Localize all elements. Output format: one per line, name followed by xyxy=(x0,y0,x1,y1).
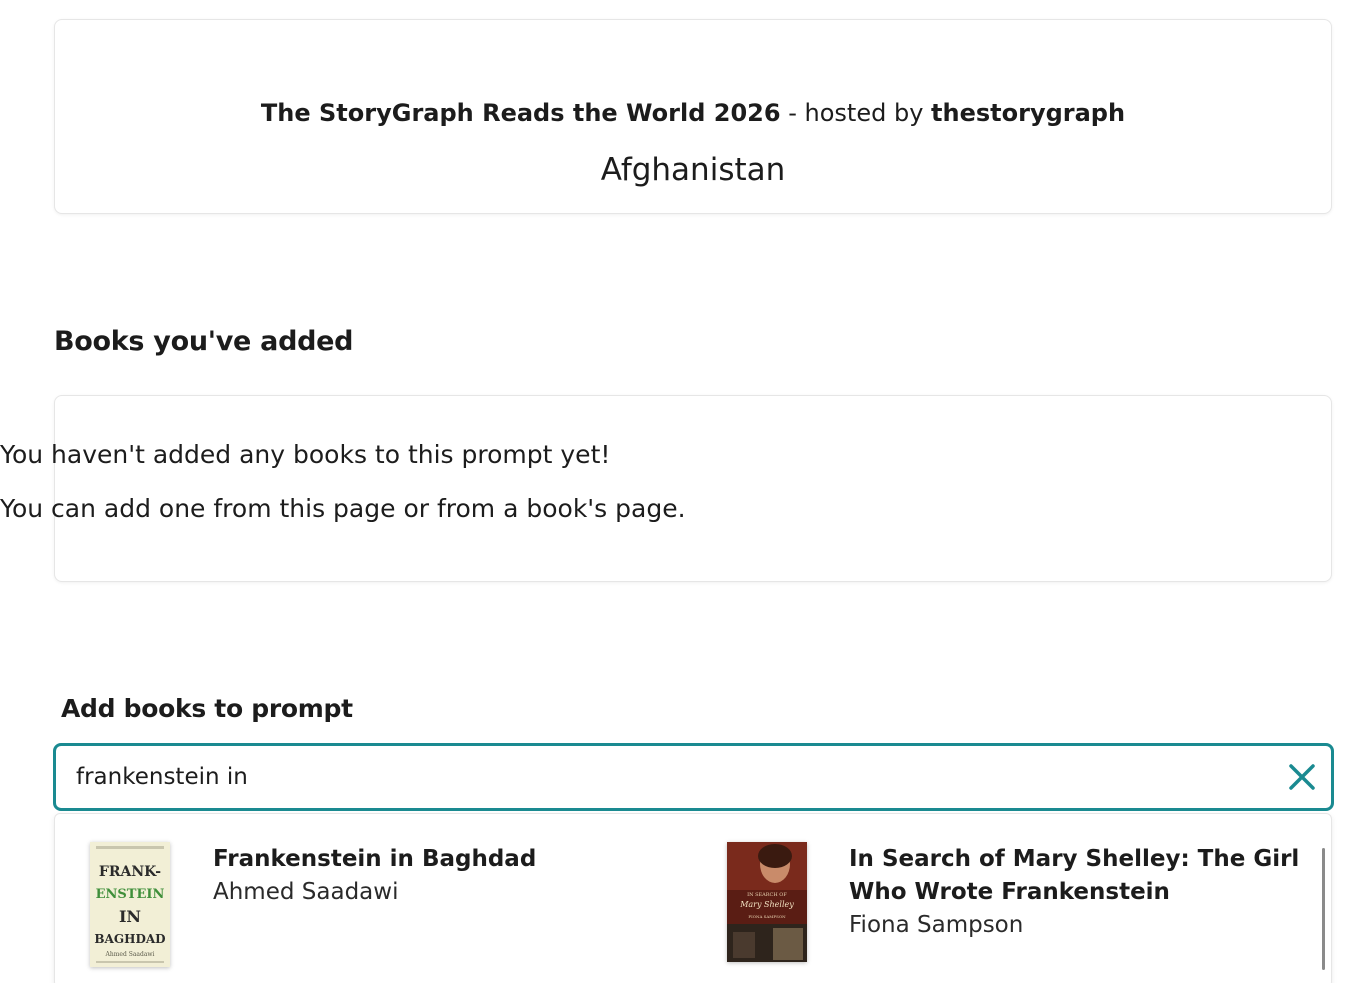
prompt-title: Afghanistan xyxy=(600,152,786,188)
empty-state-line-1: You haven't added any books to this prom… xyxy=(0,440,611,469)
book-cover: FRANK- ENSTEIN IN BAGHDAD Ahmed Saadawi xyxy=(90,842,170,967)
cover-title-line-3: IN xyxy=(119,907,141,926)
clear-search-button[interactable] xyxy=(1287,762,1317,792)
cover-author: Ahmed Saadawi xyxy=(105,951,155,958)
books-added-heading: Books you've added xyxy=(54,326,354,357)
book-title: In Search of Mary Shelley: The Girl Who … xyxy=(849,846,1300,905)
separator: - xyxy=(788,99,797,127)
book-title: Frankenstein in Baghdad xyxy=(213,846,537,872)
host-link[interactable]: thestorygraph xyxy=(931,99,1125,127)
cover-title-line-2: ENSTEIN xyxy=(96,887,165,902)
hosted-by-label: hosted by xyxy=(804,99,924,127)
search-box xyxy=(53,743,1334,811)
challenge-name-link[interactable]: The StoryGraph Reads the World 2026 xyxy=(261,99,781,127)
cover-title-line-2: Mary Shelley xyxy=(739,900,794,909)
cover-title-line-1: FRANK- xyxy=(99,864,161,880)
in-search-of-mary-shelley-cover: IN SEARCH OF Mary Shelley FIONA SAMPSON xyxy=(727,842,807,962)
cover-title-line-4: BAGHDAD xyxy=(94,932,165,946)
search-results-dropdown: FRANK- ENSTEIN IN BAGHDAD Ahmed Saadawi … xyxy=(54,813,1332,983)
results-scrollbar[interactable] xyxy=(1322,848,1325,970)
book-author: Ahmed Saadawi xyxy=(213,879,399,905)
search-result-item[interactable]: FRANK- ENSTEIN IN BAGHDAD Ahmed Saadawi … xyxy=(55,814,691,983)
empty-state-line-2: You can add one from this page or from a… xyxy=(0,494,686,523)
cover-title-line-1: IN SEARCH OF xyxy=(747,892,787,898)
book-author: Fiona Sampson xyxy=(849,912,1024,938)
close-icon xyxy=(1289,764,1315,790)
challenge-header: The StoryGraph Reads the World 2026 - ho… xyxy=(55,96,1331,130)
empty-state-card xyxy=(54,395,1332,582)
page: The StoryGraph Reads the World 2026 - ho… xyxy=(0,0,1352,983)
challenge-card: The StoryGraph Reads the World 2026 - ho… xyxy=(54,19,1332,214)
search-result-item[interactable]: IN SEARCH OF Mary Shelley FIONA SAMPSON … xyxy=(691,814,1327,983)
book-cover: IN SEARCH OF Mary Shelley FIONA SAMPSON xyxy=(727,842,807,962)
book-search-input[interactable] xyxy=(76,758,1256,796)
frankenstein-in-baghdad-cover: FRANK- ENSTEIN IN BAGHDAD Ahmed Saadawi xyxy=(90,842,170,967)
add-books-heading: Add books to prompt xyxy=(61,694,353,723)
cover-author: FIONA SAMPSON xyxy=(748,914,786,919)
